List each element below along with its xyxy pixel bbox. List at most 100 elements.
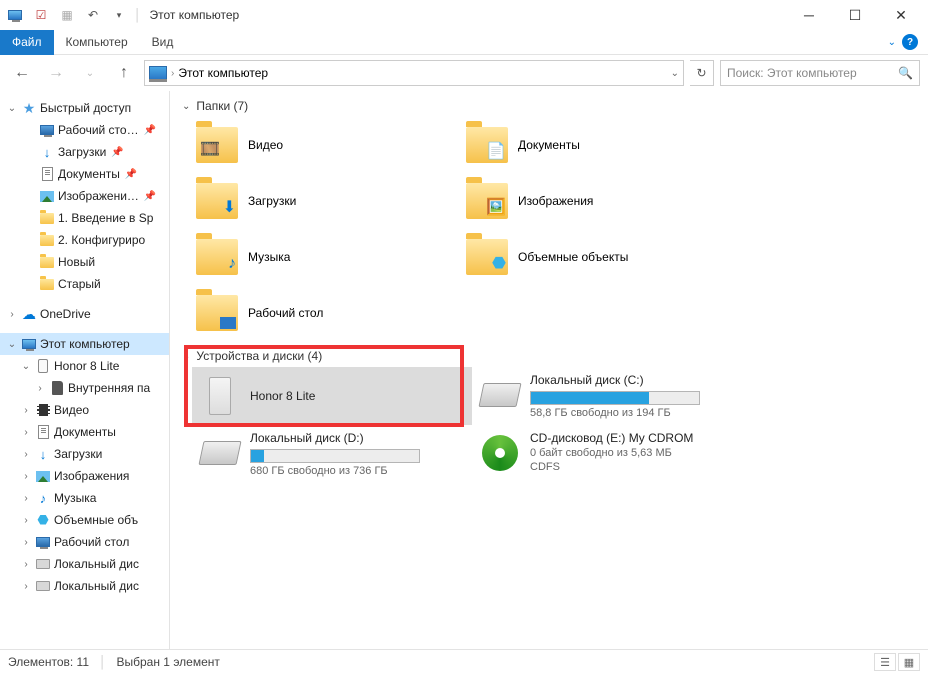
tree-qa-desktop[interactable]: Рабочий сто…📌 (0, 119, 169, 141)
folder-music[interactable]: ♪ Музыка (192, 229, 462, 285)
close-button[interactable]: ✕ (878, 0, 924, 30)
tree-qa-new[interactable]: Новый (0, 251, 169, 273)
tab-file[interactable]: Файл (0, 30, 54, 55)
refresh-button[interactable]: ↻ (690, 60, 714, 86)
nav-back-button[interactable]: ← (8, 59, 36, 87)
tree-qa-config[interactable]: 2. Конфигуриро (0, 229, 169, 251)
view-icons-button[interactable]: ▦ (898, 653, 920, 671)
disk-icon (35, 556, 51, 572)
download-icon (39, 144, 55, 160)
breadcrumb-pc-icon (149, 66, 167, 80)
qat-dropdown-icon[interactable]: ▾ (108, 4, 130, 26)
ribbon-expand-icon[interactable]: ⌄ (888, 37, 896, 48)
folder-icon: ⬣ (466, 239, 508, 275)
breadcrumb[interactable]: › Этот компьютер ⌄ (144, 60, 684, 86)
cube-icon (35, 512, 51, 528)
folder-icon: ⬇ (196, 183, 238, 219)
tree-pictures[interactable]: Изображения (0, 465, 169, 487)
status-items: Элементов: 11 (8, 655, 89, 669)
folder-icon (196, 295, 238, 331)
device-local-d[interactable]: Локальный диск (D:) 680 ГБ свободно из 7… (192, 425, 472, 483)
folder-desktop[interactable]: Рабочий стол (192, 285, 462, 341)
folder-videos[interactable]: 🎞️ Видео (192, 117, 462, 173)
cloud-icon (21, 306, 37, 322)
pin-icon: 📌 (144, 191, 156, 202)
document-icon (35, 424, 51, 440)
tree-local-d[interactable]: Локальный дис (0, 575, 169, 597)
help-icon[interactable]: ? (902, 34, 918, 50)
search-icon: 🔍 (898, 66, 913, 80)
pictures-icon (39, 188, 55, 204)
desktop-icon (39, 122, 55, 138)
maximize-button[interactable]: ☐ (832, 0, 878, 30)
video-icon (35, 402, 51, 418)
folder-pictures[interactable]: 🖼️ Изображения (462, 173, 732, 229)
minimize-button[interactable]: ─ (786, 0, 832, 30)
nav-up-button[interactable]: ↑ (110, 59, 138, 87)
phone-icon (35, 358, 51, 374)
tree-qa-old[interactable]: Старый (0, 273, 169, 295)
tree-music[interactable]: Музыка (0, 487, 169, 509)
tree-qa-pictures[interactable]: Изображени…📌 (0, 185, 169, 207)
group-folders-header[interactable]: ⌄Папки (7) (182, 99, 916, 113)
disk-icon (35, 578, 51, 594)
app-icon (4, 4, 26, 26)
folder-icon: 🖼️ (466, 183, 508, 219)
navigation-tree: Быстрый доступ Рабочий сто…📌 Загрузки📌 Д… (0, 91, 170, 649)
qat-undo-icon[interactable]: ↶ (82, 4, 104, 26)
tab-computer[interactable]: Компьютер (54, 30, 140, 55)
pin-icon: 📌 (125, 169, 137, 180)
folder-icon (39, 276, 55, 292)
music-icon (35, 490, 51, 506)
tree-desktop[interactable]: Рабочий стол (0, 531, 169, 553)
device-cd-drive[interactable]: CD-дисковод (E:) My CDROM 0 байт свободн… (472, 425, 752, 483)
nav-recent-icon[interactable]: ⌄ (76, 59, 104, 87)
folder-icon: 📄 (466, 127, 508, 163)
folder-icon: 🎞️ (196, 127, 238, 163)
nav-forward-button[interactable]: → (42, 59, 70, 87)
tree-qa-documents[interactable]: Документы📌 (0, 163, 169, 185)
device-local-c[interactable]: Локальный диск (C:) 58,8 ГБ свободно из … (472, 367, 752, 425)
tree-internal-storage[interactable]: Внутренняя па (0, 377, 169, 399)
tree-honor[interactable]: Honor 8 Lite (0, 355, 169, 377)
disk-icon (480, 373, 520, 417)
tree-this-pc[interactable]: Этот компьютер (0, 333, 169, 355)
device-honor[interactable]: Honor 8 Lite (192, 367, 472, 425)
pc-icon (21, 336, 37, 352)
document-icon (39, 166, 55, 182)
disk-icon (200, 431, 240, 475)
folder-downloads[interactable]: ⬇ Загрузки (192, 173, 462, 229)
tree-qa-downloads[interactable]: Загрузки📌 (0, 141, 169, 163)
status-selection: Выбран 1 элемент (117, 655, 220, 669)
group-devices-header[interactable]: ⌄Устройства и диски (4) (182, 349, 916, 363)
content-area: ⌄Папки (7) 🎞️ Видео 📄 Документы ⬇ Загруз… (170, 91, 928, 649)
tree-documents[interactable]: Документы (0, 421, 169, 443)
sd-icon (49, 380, 65, 396)
folder-icon: ♪ (196, 239, 238, 275)
folder-icon (39, 210, 55, 226)
breadcrumb-dropdown-icon[interactable]: ⌄ (671, 68, 679, 79)
qat-properties-icon[interactable]: ☑ (30, 4, 52, 26)
tree-videos[interactable]: Видео (0, 399, 169, 421)
tab-view[interactable]: Вид (140, 30, 186, 55)
folder-icon (39, 254, 55, 270)
pin-icon: 📌 (111, 147, 123, 158)
tree-qa-intro[interactable]: 1. Введение в Sp (0, 207, 169, 229)
tree-3dobjects[interactable]: Объемные объ (0, 509, 169, 531)
cd-icon (480, 431, 520, 475)
usage-bar-d (250, 449, 420, 463)
search-input[interactable]: Поиск: Этот компьютер 🔍 (720, 60, 920, 86)
qat-new-folder-icon[interactable]: ▦ (56, 4, 78, 26)
pictures-icon (35, 468, 51, 484)
tree-onedrive[interactable]: OneDrive (0, 303, 169, 325)
star-icon (21, 100, 37, 116)
breadcrumb-text: Этот компьютер (178, 66, 268, 80)
view-details-button[interactable]: ☰ (874, 653, 896, 671)
folder-3dobjects[interactable]: ⬣ Объемные объекты (462, 229, 732, 285)
folder-documents[interactable]: 📄 Документы (462, 117, 732, 173)
download-icon (35, 446, 51, 462)
tree-downloads[interactable]: Загрузки (0, 443, 169, 465)
window-title: Этот компьютер (150, 8, 240, 22)
tree-quick-access[interactable]: Быстрый доступ (0, 97, 169, 119)
tree-local-c[interactable]: Локальный дис (0, 553, 169, 575)
